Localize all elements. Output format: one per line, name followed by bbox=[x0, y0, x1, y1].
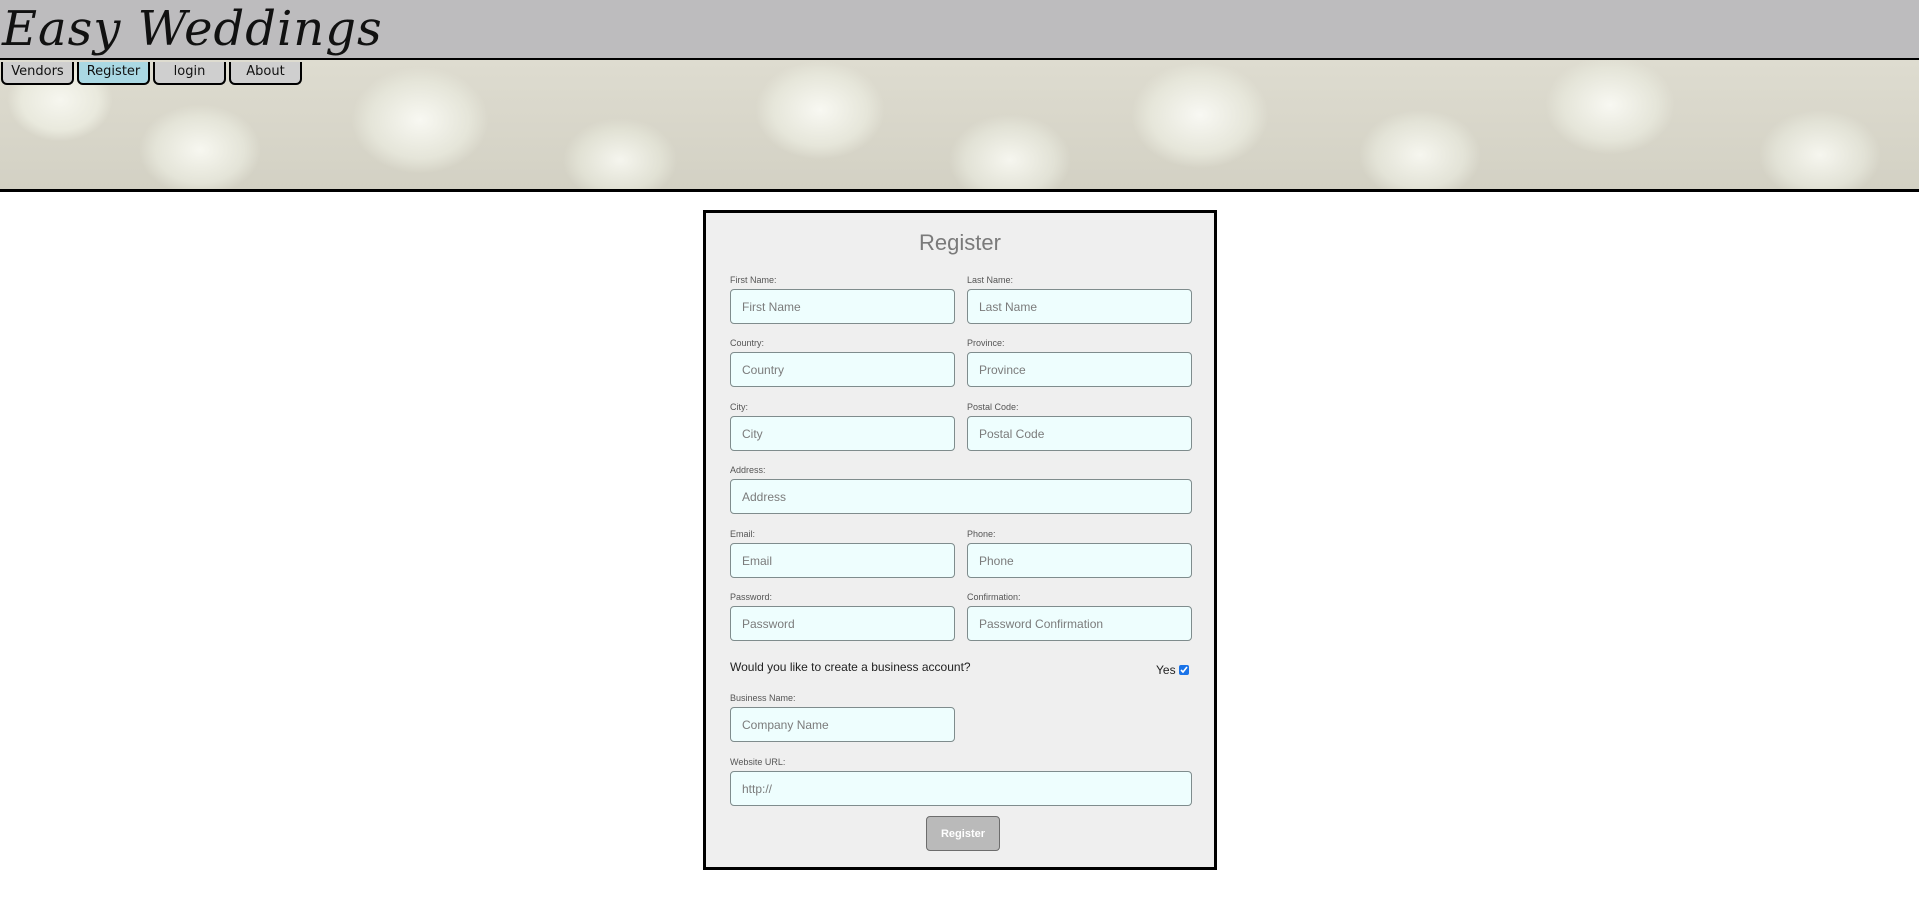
country-group: Country: bbox=[730, 338, 955, 387]
website-url-label: Website URL: bbox=[730, 757, 786, 767]
last-name-input[interactable] bbox=[967, 289, 1192, 324]
confirmation-input[interactable] bbox=[967, 606, 1192, 641]
business-name-label: Business Name: bbox=[730, 693, 796, 703]
register-form-panel: Register First Name: Last Name: Country:… bbox=[703, 210, 1217, 870]
postal-code-label: Postal Code: bbox=[967, 402, 1019, 412]
confirmation-label: Confirmation: bbox=[967, 592, 1021, 602]
email-group: Email: bbox=[730, 529, 955, 578]
postal-code-group: Postal Code: bbox=[967, 402, 1192, 451]
main-nav: Vendors Register login About bbox=[1, 62, 302, 86]
nav-register-button[interactable]: Register bbox=[77, 62, 150, 85]
password-input[interactable] bbox=[730, 606, 955, 641]
website-url-group: Website URL: bbox=[730, 757, 1192, 806]
city-label: City: bbox=[730, 402, 748, 412]
address-label: Address: bbox=[730, 465, 766, 475]
first-name-group: First Name: bbox=[730, 275, 955, 324]
province-group: Province: bbox=[967, 338, 1192, 387]
country-input[interactable] bbox=[730, 352, 955, 387]
business-yes-label: Yes bbox=[1156, 663, 1176, 677]
first-name-label: First Name: bbox=[730, 275, 777, 285]
last-name-label: Last Name: bbox=[967, 275, 1014, 285]
register-submit-button[interactable]: Register bbox=[926, 816, 1000, 851]
nav-about-button[interactable]: About bbox=[229, 62, 302, 85]
address-group: Address: bbox=[730, 465, 1192, 514]
password-group: Password: bbox=[730, 592, 955, 641]
email-input[interactable] bbox=[730, 543, 955, 578]
phone-label: Phone: bbox=[967, 529, 996, 539]
address-input[interactable] bbox=[730, 479, 1192, 514]
phone-input[interactable] bbox=[967, 543, 1192, 578]
nav-login-button[interactable]: login bbox=[153, 62, 226, 85]
business-account-toggle[interactable]: Yes bbox=[1156, 663, 1189, 677]
last-name-group: Last Name: bbox=[967, 275, 1192, 324]
password-label: Password: bbox=[730, 592, 773, 602]
nav-vendors-button[interactable]: Vendors bbox=[1, 62, 74, 85]
city-group: City: bbox=[730, 402, 955, 451]
business-name-group: Business Name: bbox=[730, 693, 955, 742]
business-account-checkbox[interactable] bbox=[1178, 665, 1189, 675]
province-input[interactable] bbox=[967, 352, 1192, 387]
site-logo[interactable]: Easy Weddings bbox=[2, 0, 383, 58]
postal-code-input[interactable] bbox=[967, 416, 1192, 451]
business-name-input[interactable] bbox=[730, 707, 955, 742]
phone-group: Phone: bbox=[967, 529, 1192, 578]
email-label: Email: bbox=[730, 529, 756, 539]
first-name-input[interactable] bbox=[730, 289, 955, 324]
business-account-question: Would you like to create a business acco… bbox=[730, 660, 971, 674]
city-input[interactable] bbox=[730, 416, 955, 451]
website-url-input[interactable] bbox=[730, 771, 1192, 806]
country-label: Country: bbox=[730, 338, 765, 348]
form-title: Register bbox=[919, 230, 1001, 255]
top-bar: Easy Weddings bbox=[0, 0, 1919, 60]
confirmation-group: Confirmation: bbox=[967, 592, 1192, 641]
province-label: Province: bbox=[967, 338, 1005, 348]
